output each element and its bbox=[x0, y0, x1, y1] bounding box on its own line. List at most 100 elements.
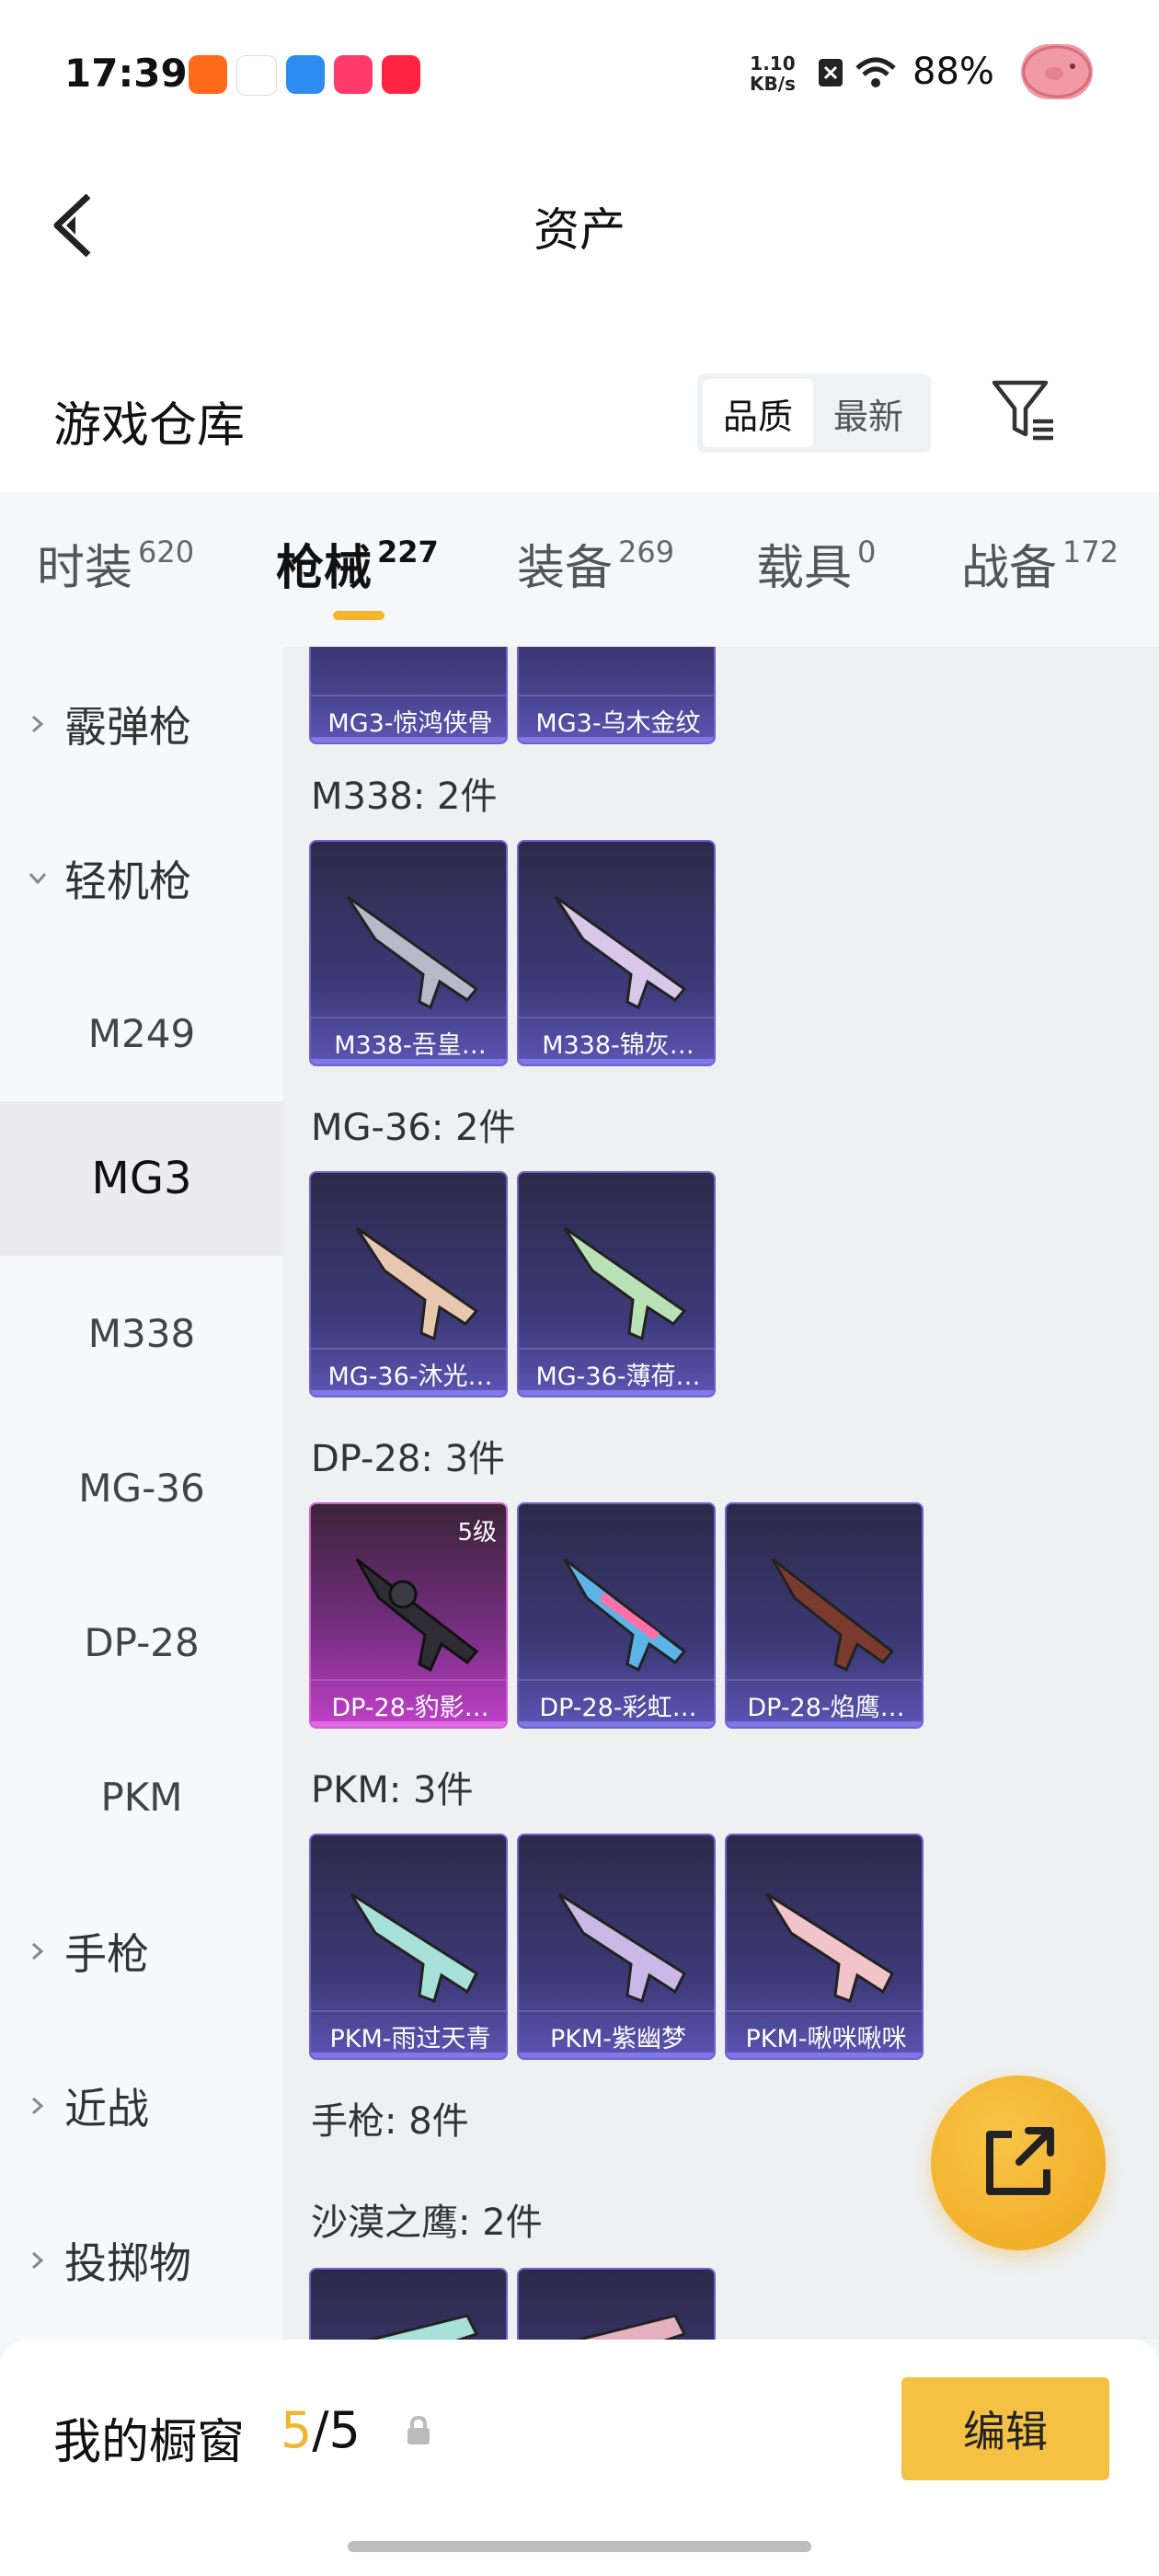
sidebar-item-pkm[interactable]: PKM bbox=[0, 1719, 283, 1874]
sidebar-item-throwable[interactable]: 投掷物 bbox=[0, 2183, 283, 2338]
card-divider bbox=[311, 1679, 506, 1681]
machine-gun-icon bbox=[355, 1558, 479, 1673]
rarity-bar bbox=[519, 1721, 714, 1727]
sidebar-item-m249[interactable]: M249 bbox=[0, 956, 283, 1110]
chevron-right-icon bbox=[32, 715, 44, 733]
showcase-count-current: 5 bbox=[281, 2401, 313, 2459]
item-card[interactable]: PKM-雨过天青 bbox=[309, 1834, 508, 2060]
active-tab-indicator bbox=[333, 611, 384, 620]
item-name: DP-28-焰鹰… bbox=[747, 1694, 905, 1722]
sidebar-item-mg3[interactable]: MG3 bbox=[0, 1101, 283, 1256]
sort-toggle: 品质 最新 bbox=[697, 374, 931, 453]
share-external-icon bbox=[986, 2127, 1054, 2195]
item-name: M338-锦灰… bbox=[542, 1031, 694, 1060]
sidebar-item-pistol[interactable]: 手枪 bbox=[0, 1874, 283, 2029]
rarity-bar bbox=[519, 737, 714, 742]
rarity-bar bbox=[519, 1059, 714, 1064]
sidebar-item-dp28[interactable]: DP-28 bbox=[0, 1565, 283, 1719]
card-divider bbox=[519, 1348, 714, 1350]
item-name: M338-吾皇… bbox=[334, 1031, 487, 1060]
net-speed-unit: KB/s bbox=[750, 73, 796, 95]
group-label: M338: 2件 bbox=[311, 776, 498, 818]
item-card[interactable]: DP-28-焰鹰… bbox=[725, 1502, 924, 1729]
filter-icon[interactable] bbox=[989, 377, 1058, 446]
home-indicator[interactable] bbox=[348, 2541, 811, 2552]
machine-gun-icon bbox=[557, 1892, 686, 2003]
rarity-bar bbox=[311, 737, 506, 742]
sort-quality-button[interactable]: 品质 bbox=[703, 379, 813, 447]
pistol-icon bbox=[573, 2314, 687, 2340]
item-card[interactable]: M338-吾皇… bbox=[309, 840, 508, 1066]
tab-count: 620 bbox=[138, 535, 195, 569]
calendar-icon bbox=[236, 55, 277, 96]
share-button[interactable] bbox=[931, 2076, 1106, 2250]
machine-gun-icon bbox=[346, 895, 479, 1010]
machine-gun-icon bbox=[765, 1892, 894, 2003]
tab-equipment[interactable]: 装备 269 bbox=[517, 529, 674, 598]
rarity-bar bbox=[727, 2053, 922, 2058]
card-divider bbox=[519, 1017, 714, 1018]
tab-count: 227 bbox=[377, 535, 439, 569]
card-divider bbox=[311, 2010, 506, 2012]
card-divider bbox=[519, 1679, 714, 1681]
edit-button[interactable]: 编辑 bbox=[901, 2377, 1109, 2480]
item-card[interactable]: MG3-乌木金纹 bbox=[517, 647, 716, 744]
card-divider bbox=[727, 2010, 922, 2012]
card-divider bbox=[727, 1679, 922, 1681]
item-card[interactable]: PKM-啾咪啾咪 bbox=[725, 1834, 924, 2060]
tab-label: 装备 bbox=[517, 541, 614, 596]
item-card[interactable] bbox=[517, 2268, 716, 2340]
card-divider bbox=[311, 1348, 506, 1350]
pig-avatar-icon[interactable] bbox=[1021, 44, 1093, 99]
net-speed-value: 1.10 bbox=[750, 52, 796, 75]
item-card[interactable]: MG-36-薄荷… bbox=[517, 1171, 716, 1397]
browser-icon bbox=[286, 55, 325, 94]
rarity-bar bbox=[727, 1721, 922, 1727]
rarity-bar bbox=[519, 1390, 714, 1396]
group-label: PKM: 3件 bbox=[311, 1769, 474, 1811]
kuaishou-icon bbox=[189, 55, 227, 94]
tab-fashion[interactable]: 时装 620 bbox=[37, 529, 194, 598]
tab-guns[interactable]: 枪械 227 bbox=[276, 529, 439, 598]
item-card[interactable]: M338-锦灰… bbox=[517, 840, 716, 1066]
sidebar-item-shotgun[interactable]: 霰弹枪 bbox=[0, 647, 283, 801]
tab-vehicles[interactable]: 载具 0 bbox=[756, 529, 876, 598]
sidebar-item-melee[interactable]: 近战 bbox=[0, 2029, 283, 2183]
rarity-bar bbox=[311, 2053, 506, 2058]
sort-latest-button[interactable]: 最新 bbox=[813, 379, 924, 447]
item-card[interactable]: PKM-紫幽梦 bbox=[517, 1834, 716, 2060]
chevron-right-icon bbox=[32, 2251, 44, 2270]
card-divider bbox=[519, 695, 714, 696]
item-name: MG3-乌木金纹 bbox=[535, 709, 701, 738]
sidebar: 霰弹枪 轻机枪 M249 MG3 M338 MG-36 DP-28 PKM 手枪… bbox=[0, 647, 283, 2340]
item-card[interactable]: 5级 DP-28-豹影… bbox=[309, 1502, 508, 1729]
showcase-label: 我的橱窗 bbox=[53, 2415, 246, 2470]
item-name: PKM-紫幽梦 bbox=[549, 2025, 687, 2053]
sidebar-item-lmg[interactable]: 轻机枪 bbox=[0, 801, 283, 956]
tab-supplies[interactable]: 战备 172 bbox=[961, 529, 1119, 598]
xiaohongshu-icon bbox=[382, 55, 420, 94]
sidebar-item-label: 霰弹枪 bbox=[64, 702, 191, 752]
rarity-bar bbox=[519, 2053, 714, 2058]
wifi-icon bbox=[855, 57, 896, 87]
sidebar-item-m338[interactable]: M338 bbox=[0, 1256, 283, 1410]
battery-level: 88% bbox=[912, 51, 994, 93]
machine-gun-icon bbox=[350, 1892, 478, 2003]
item-name: DP-28-彩虹… bbox=[539, 1694, 697, 1722]
item-card[interactable]: MG3-惊鸿侠骨 bbox=[309, 647, 508, 744]
group-label: MG-36: 2件 bbox=[311, 1107, 516, 1149]
rarity-bar bbox=[311, 1721, 506, 1727]
status-time: 17:39 bbox=[64, 51, 188, 96]
card-divider bbox=[311, 695, 506, 696]
item-card[interactable] bbox=[309, 2268, 508, 2340]
sidebar-item-label: 轻机枪 bbox=[64, 857, 191, 906]
chevron-down-icon bbox=[29, 873, 47, 885]
item-name: DP-28-豹影… bbox=[331, 1694, 489, 1722]
item-card[interactable]: MG-36-沐光… bbox=[309, 1171, 508, 1397]
video-icon bbox=[334, 55, 373, 94]
showcase-count-total: /5 bbox=[312, 2401, 361, 2459]
item-name: MG3-惊鸿侠骨 bbox=[327, 709, 493, 738]
tab-label: 时装 bbox=[37, 541, 133, 596]
item-card[interactable]: DP-28-彩虹… bbox=[517, 1502, 716, 1729]
sidebar-item-mg36[interactable]: MG-36 bbox=[0, 1410, 283, 1565]
